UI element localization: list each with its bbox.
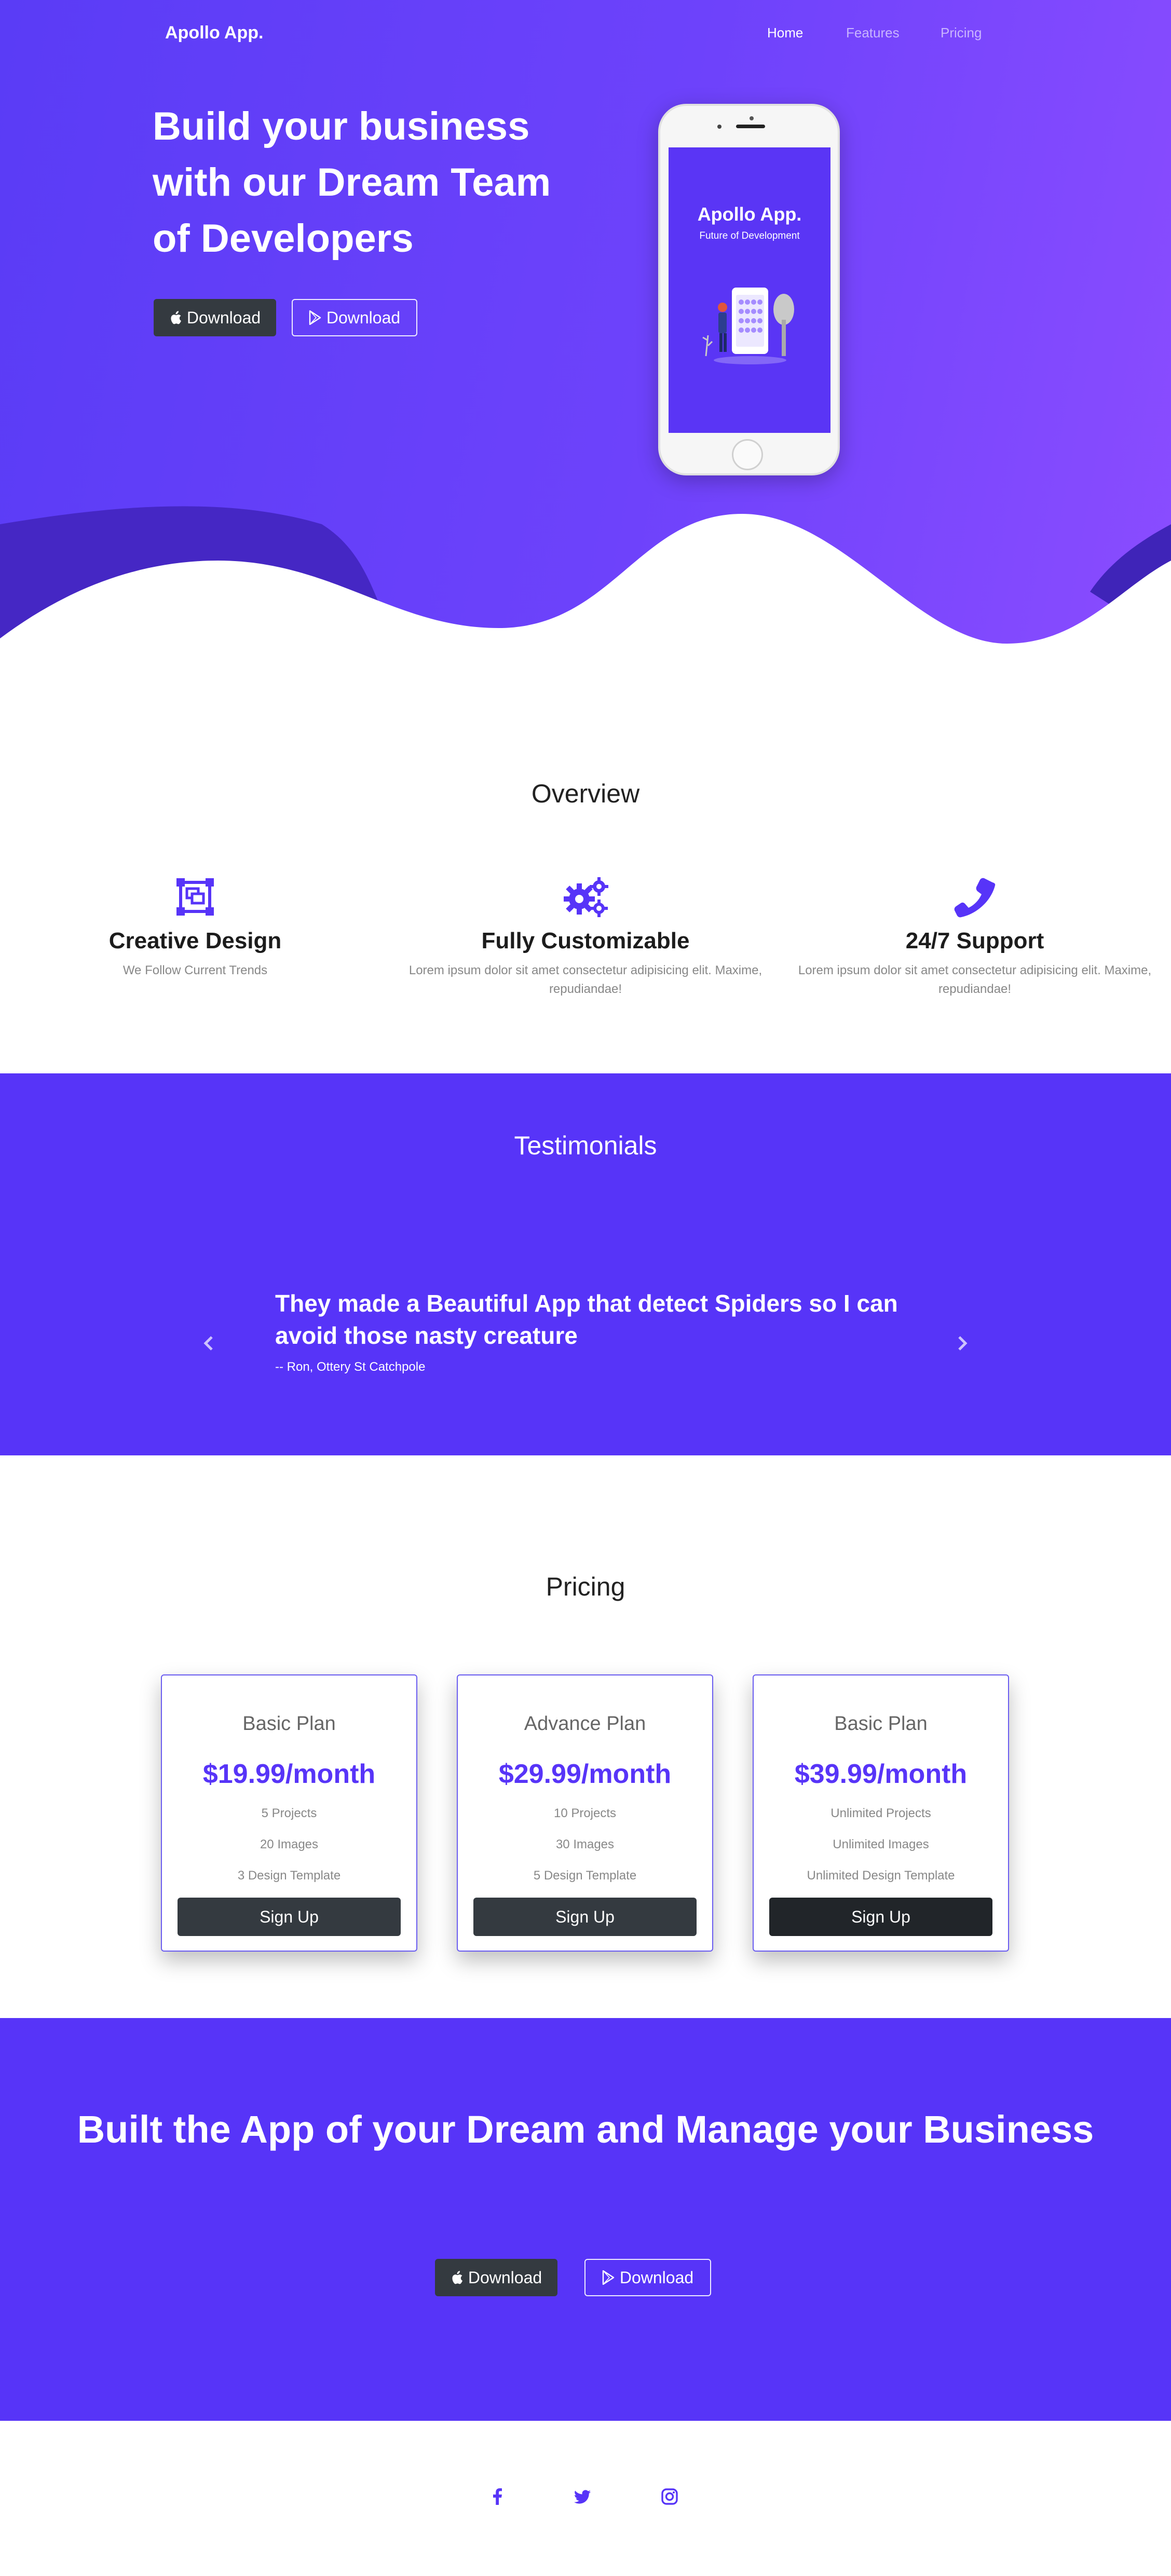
overview-title: Overview	[531, 779, 640, 808]
hero-download-apple-button[interactable]: Download	[154, 299, 276, 336]
plan-feature: 5 Design Template	[533, 1869, 637, 1883]
phone-camera	[717, 125, 721, 129]
nav-link-pricing[interactable]: Pricing	[941, 25, 982, 41]
phone-screen: Apollo App. Future of Development	[669, 147, 830, 433]
phone-app-subtitle: Future of Development	[699, 230, 800, 241]
plan-feature: 20 Images	[260, 1837, 319, 1851]
design-frame-icon	[176, 878, 214, 916]
plan-feature: Unlimited Projects	[830, 1806, 931, 1820]
brand-logo[interactable]: Apollo App.	[165, 23, 263, 43]
play-store-icon	[309, 310, 321, 325]
plan-price: $19.99/month	[202, 1759, 376, 1789]
phone-icon	[954, 878, 996, 918]
plan-feature: Unlimited Design Template	[807, 1869, 955, 1883]
hero-download-play-button[interactable]: Download	[292, 299, 417, 336]
phone-app-title: Apollo App.	[697, 203, 802, 225]
cta-headline: Built the App of your Dream and Manage y…	[77, 2108, 1094, 2151]
chevron-left-icon	[203, 1336, 213, 1351]
phone-mockup: Apollo App. Future of Development	[658, 104, 840, 475]
twitter-icon[interactable]	[572, 2486, 593, 2507]
testimonial-quote: They made a Beautiful App that detect Sp…	[275, 1290, 898, 1349]
hero-download-play-label: Download	[326, 308, 401, 327]
feature-description: We Follow Current Trends	[122, 963, 268, 977]
testimonials-title: Testimonials	[514, 1131, 657, 1160]
plan-price: $39.99/month	[794, 1759, 968, 1789]
pricing-card-advance: Advance Plan $29.99/month 10 Projects 30…	[457, 1674, 713, 1952]
plan-feature: Unlimited Images	[833, 1837, 929, 1851]
plan-name: Advance Plan	[524, 1713, 646, 1735]
chevron-right-icon	[958, 1336, 968, 1351]
instagram-icon[interactable]	[659, 2486, 680, 2507]
cta-download-play-label: Download	[619, 2268, 694, 2287]
signup-button[interactable]: Sign Up	[178, 1898, 401, 1936]
carousel-prev-button[interactable]	[198, 1333, 219, 1354]
plan-feature: 30 Images	[555, 1837, 615, 1851]
pricing-card-basic: Basic Plan $19.99/month 5 Projects 20 Im…	[161, 1674, 417, 1952]
feature-title: Creative Design	[108, 928, 282, 953]
feature-description: Lorem ipsum dolor sit amet consectetur a…	[409, 963, 762, 996]
pricing-card-unlimited: Basic Plan $39.99/month Unlimited Projec…	[753, 1674, 1009, 1952]
facebook-icon[interactable]	[487, 2486, 508, 2507]
nav-link-home[interactable]: Home	[767, 25, 803, 41]
plan-feature: 5 Projects	[261, 1806, 317, 1820]
testimonial-author: -- Ron, Ottery St Catchpole	[275, 1360, 426, 1374]
signup-button[interactable]: Sign Up	[769, 1898, 992, 1936]
feature-item-support: 24/7 Support Lorem ipsum dolor sit amet …	[793, 876, 1156, 999]
plan-name: Basic Plan	[834, 1713, 928, 1735]
cta-section: Built the App of your Dream and Manage y…	[0, 2018, 1171, 2421]
hero-headline: Build your business with our Dream Team …	[153, 104, 551, 261]
feature-description: Lorem ipsum dolor sit amet consectetur a…	[798, 963, 1152, 996]
plan-price: $29.99/month	[498, 1759, 672, 1789]
testimonials-section: Testimonials They made a Beautiful App t…	[0, 1073, 1171, 1455]
nav-link-features[interactable]: Features	[846, 25, 900, 41]
feature-item-fully-customizable: Fully Customizable Lorem ipsum dolor sit…	[404, 876, 767, 999]
phone-home-button	[732, 439, 763, 470]
phone-sensor	[750, 116, 754, 120]
signup-button[interactable]: Sign Up	[473, 1898, 697, 1936]
apple-icon	[171, 311, 181, 324]
plan-feature: 10 Projects	[553, 1806, 617, 1820]
phone-speaker	[736, 125, 765, 128]
pricing-title: Pricing	[546, 1572, 625, 1601]
hero-download-apple-label: Download	[186, 308, 261, 327]
hero-section: Apollo App. Home Features Pricing Build …	[0, 0, 1171, 644]
cta-download-apple-label: Download	[468, 2268, 542, 2287]
feature-title: Fully Customizable	[481, 928, 690, 953]
app-illustration-icon	[702, 288, 794, 364]
carousel-next-button[interactable]	[952, 1333, 973, 1354]
plan-feature: 3 Design Template	[237, 1869, 341, 1883]
cta-download-apple-button[interactable]: Download	[435, 2259, 557, 2296]
gears-icon	[564, 877, 608, 917]
feature-item-creative-design: Creative Design We Follow Current Trends	[13, 876, 377, 980]
plan-name: Basic Plan	[242, 1713, 336, 1735]
apple-icon	[452, 2271, 462, 2284]
feature-title: 24/7 Support	[905, 928, 1044, 953]
cta-download-play-button[interactable]: Download	[584, 2259, 711, 2296]
play-store-icon	[602, 2270, 615, 2285]
